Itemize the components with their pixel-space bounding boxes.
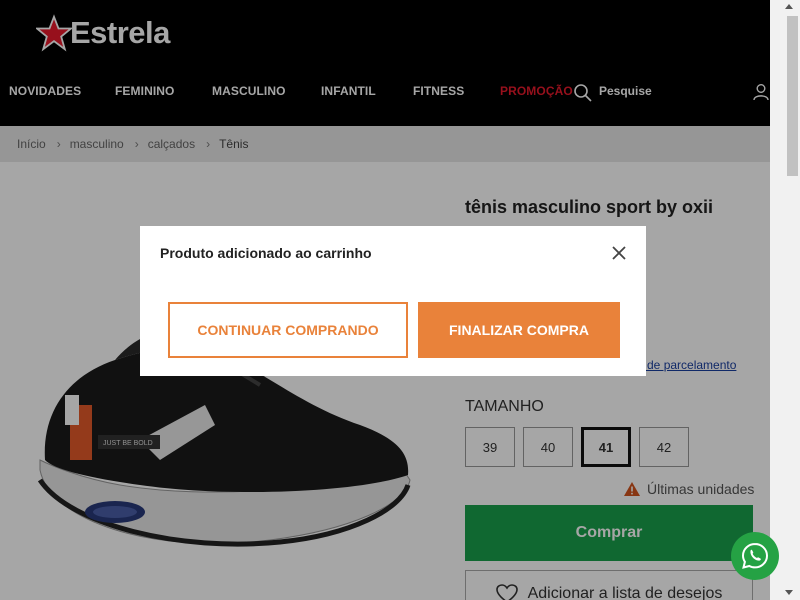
checkout-button[interactable]: FINALIZAR COMPRA [418,302,620,358]
cart-added-modal: Produto adicionado ao carrinho CONTINUAR… [140,226,646,376]
scroll-thumb[interactable] [787,16,798,176]
whatsapp-icon [741,542,769,569]
scroll-down-arrow-icon[interactable] [785,590,793,595]
close-icon[interactable] [610,244,628,262]
continue-shopping-button[interactable]: CONTINUAR COMPRANDO [168,302,408,358]
modal-title: Produto adicionado ao carrinho [160,245,372,261]
scroll-up-arrow-icon[interactable] [785,4,793,9]
whatsapp-button[interactable] [731,532,779,580]
